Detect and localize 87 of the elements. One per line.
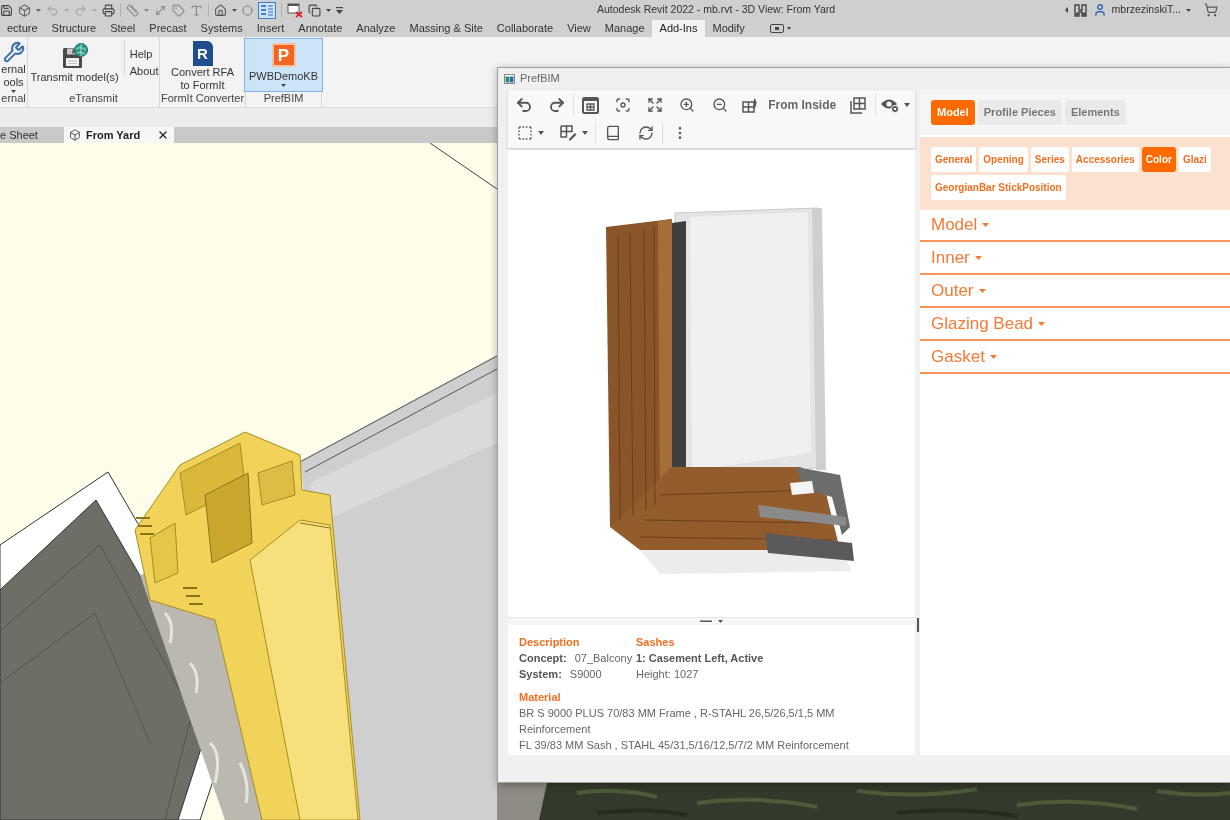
sash-detail: Height: 1027 — [636, 667, 700, 682]
section-heading: Description — [519, 635, 581, 650]
caret-icon[interactable] — [538, 131, 544, 135]
document-tab[interactable]: From Yard — [63, 127, 175, 143]
field-label: Concept: — [519, 651, 567, 666]
ribbon-tab[interactable]: ecture — [0, 20, 45, 37]
close-windows-icon[interactable] — [287, 2, 303, 18]
redo-icon[interactable] — [547, 96, 566, 114]
customize-icon[interactable] — [336, 6, 343, 14]
file-logo: R — [192, 41, 213, 66]
grid-frame-icon[interactable] — [581, 96, 599, 114]
save-icon[interactable] — [0, 3, 13, 17]
material-text: BR S 9000 PLUS 70/83 MM Frame , R-STAHL 26,5/26,5/1,5 MM Reinforcement — [519, 706, 836, 737]
house-icon[interactable] — [214, 3, 227, 17]
ribbon-button[interactable]: R Convert RFA to FormIt — [168, 38, 237, 92]
user-icon[interactable] — [1092, 3, 1107, 17]
document-tab[interactable]: e Sheet — [0, 127, 50, 143]
caret-icon[interactable] — [786, 27, 791, 30]
tools-icon — [2, 41, 25, 63]
ribbon-tab[interactable]: View — [560, 20, 598, 37]
3d-view-icon — [68, 129, 81, 141]
main-tab[interactable]: Profile Pieces — [977, 100, 1062, 125]
dashed-select-icon[interactable] — [517, 125, 533, 141]
floppy-globe-icon — [61, 43, 88, 69]
panel-label: ernal — [0, 92, 27, 106]
ribbon-tab[interactable]: Analyze — [349, 20, 403, 37]
caret-icon[interactable] — [281, 84, 286, 87]
caret-icon[interactable] — [582, 131, 588, 135]
ribbon-button[interactable]: P PWBDemoKB — [243, 38, 324, 92]
section-heading: Material — [519, 690, 562, 705]
ribbon-tab[interactable]: Steel — [103, 20, 143, 37]
model-viewer[interactable] — [508, 150, 915, 617]
caret-icon[interactable] — [11, 90, 16, 93]
printer-icon[interactable] — [102, 3, 115, 17]
panel-label: PrefBIM — [262, 92, 305, 106]
user-name[interactable]: mbrzezinskiT... — [1111, 2, 1181, 18]
thin-lines-icon[interactable] — [258, 1, 276, 19]
zoom-in-icon[interactable] — [679, 97, 696, 113]
eye-settings-icon[interactable] — [880, 97, 901, 113]
material-text: FL 39/83 MM Sash , STAHL 45/31,5/16/12,5/7/2 MM Reinforcement — [519, 738, 850, 753]
caret-icon[interactable] — [326, 8, 331, 12]
field-value: S9000 — [569, 667, 602, 682]
window-title: PrefBIM — [520, 71, 560, 87]
grid-edit-icon[interactable] — [560, 125, 577, 141]
panel-label: FormIt Converter — [160, 92, 245, 106]
panel-toggle-icon[interactable] — [769, 24, 784, 33]
ribbon-tab[interactable]: Collaborate — [489, 20, 561, 37]
ribbon-button[interactable]: Transmit model(s) — [27, 38, 122, 92]
caret-icon[interactable] — [1064, 7, 1068, 13]
panel-label: eTransmit — [68, 92, 119, 106]
undo-icon[interactable] — [515, 96, 534, 114]
ribbon-tab[interactable]: Modify — [705, 20, 752, 37]
main-tab[interactable]: Elements — [1064, 100, 1126, 125]
field-value: 07_Balcony — [574, 651, 633, 666]
rotate-icon[interactable] — [637, 125, 654, 141]
binoculars-icon[interactable] — [1072, 3, 1088, 17]
section-heading: Sashes — [636, 635, 676, 650]
ribbon-tab[interactable]: Massing & Site — [402, 20, 490, 37]
ribbon-tab[interactable]: Structure — [44, 20, 104, 37]
cube-icon[interactable] — [18, 3, 31, 17]
sash-title: 1: Casement Left, Active — [636, 651, 764, 666]
window-title: Autodesk Revit 2022 - mb.rvt - 3D View: From Yard — [597, 2, 836, 18]
cart-icon[interactable] — [1204, 3, 1218, 17]
caret-icon[interactable] — [1186, 8, 1191, 12]
ribbon-tab[interactable]: Precast — [142, 20, 194, 37]
ribbon-tab[interactable]: Manage — [597, 20, 652, 37]
scrollbar-thumb[interactable] — [917, 618, 919, 632]
windows-icon[interactable] — [308, 3, 321, 17]
zoom-out-icon[interactable] — [711, 97, 728, 113]
caret-icon[interactable] — [232, 8, 237, 12]
ribbon-button[interactable]: ernal ools — [0, 38, 29, 92]
app-icon — [504, 73, 515, 84]
book-icon[interactable] — [604, 125, 621, 141]
splitter-handle-icon[interactable] — [699, 619, 724, 624]
focus-icon[interactable] — [614, 97, 631, 113]
view-mode-button[interactable]: From Inside — [736, 92, 843, 118]
ribbon-small-button[interactable]: About — [128, 65, 160, 78]
caret-icon[interactable] — [36, 8, 41, 12]
ribbon-tab[interactable]: Add-Ins — [651, 20, 706, 37]
ribbon-small-button[interactable]: Help — [128, 48, 160, 61]
ribbon-tab[interactable]: Systems — [193, 20, 250, 37]
stacked-grid-icon[interactable] — [850, 96, 867, 114]
field-label: System: — [519, 667, 562, 682]
ribbon-tab[interactable]: Annotate — [291, 20, 350, 37]
ribbon-tab[interactable]: Insert — [249, 20, 292, 37]
plugin-logo: P — [271, 43, 296, 67]
expand-icon[interactable] — [647, 97, 663, 113]
